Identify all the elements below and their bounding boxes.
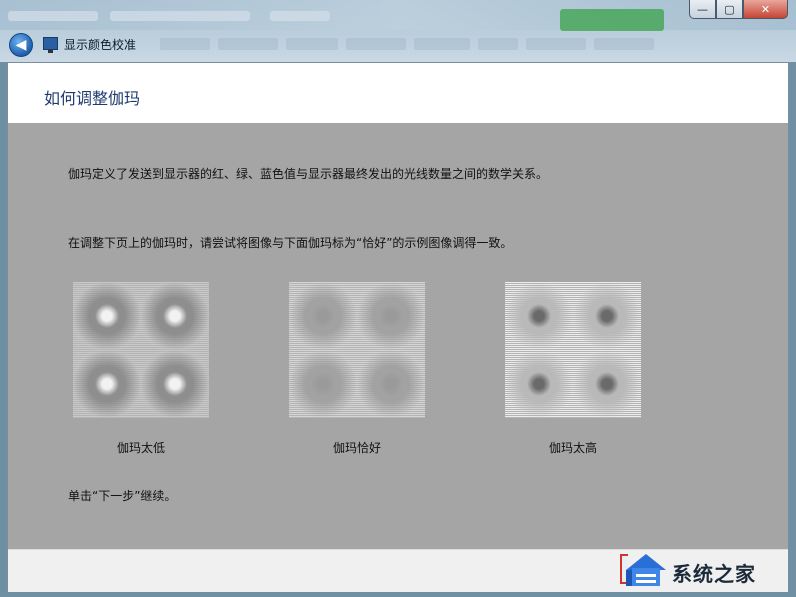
gamma-just-right-label: 伽玛恰好 (332, 441, 381, 455)
window-chrome: — ▢ ✕ ◀ 显示颜色校准 (0, 0, 796, 62)
content-panel: 伽玛定义了发送到显示器的红、绿、蓝色值与显示器最终发出的光线数量之间的数学关系。… (8, 123, 788, 549)
close-icon: ✕ (760, 2, 771, 16)
gamma-too-high-label: 伽玛太高 (548, 441, 597, 455)
gamma-too-low-image (73, 282, 209, 418)
monitor-icon (43, 37, 58, 53)
background-button-blur (560, 9, 664, 31)
gamma-instruction: 在调整下页上的伽玛时，请尝试将图像与下面伽玛标为“恰好”的示例图像调得一致。 (68, 236, 513, 250)
house-logo-icon (626, 554, 666, 586)
background-toolbar-blur (160, 38, 796, 54)
close-button[interactable]: ✕ (743, 0, 788, 19)
window-title: 显示颜色校准 (64, 38, 137, 52)
minimize-button[interactable]: — (689, 0, 716, 19)
background-blur (0, 0, 796, 30)
watermark-text: 系统之家 (672, 562, 756, 586)
caption-buttons: — ▢ ✕ (689, 0, 788, 20)
maximize-icon: ▢ (724, 2, 735, 16)
back-arrow-icon: ◀ (15, 37, 27, 53)
wizard-client-area: 如何调整伽玛 伽玛定义了发送到显示器的红、绿、蓝色值与显示器最终发出的光线数量之… (7, 62, 789, 592)
page-title: 如何调整伽玛 (44, 89, 141, 108)
gamma-just-right-image (289, 282, 425, 418)
minimize-icon: — (697, 2, 708, 16)
gamma-too-low-label: 伽玛太低 (116, 441, 165, 455)
back-button[interactable]: ◀ (9, 33, 33, 57)
wizard-header: 如何调整伽玛 (8, 63, 788, 123)
continue-hint: 单击“下一步”继续。 (68, 489, 177, 503)
gamma-description: 伽玛定义了发送到显示器的红、绿、蓝色值与显示器最终发出的光线数量之间的数学关系。 (68, 167, 549, 181)
gamma-too-high-image (505, 282, 641, 418)
maximize-button[interactable]: ▢ (716, 0, 743, 19)
watermark-logo: 系统之家 (622, 550, 796, 594)
